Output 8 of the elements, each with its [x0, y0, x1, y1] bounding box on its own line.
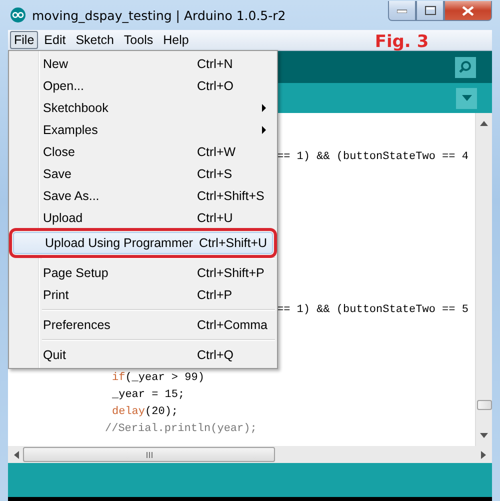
code-line: == 1) && (buttonStateTwo == 5	[277, 303, 468, 318]
window-title: moving_dspay_testing | Arduino 1.0.5-r2	[32, 8, 287, 22]
code-line: == 1) && (buttonStateTwo == 4	[277, 150, 468, 165]
code-line: delay(20);	[112, 405, 178, 420]
figure-annotation: Fig. 3	[374, 32, 429, 52]
code-line: _year = 15;	[112, 388, 185, 403]
code-line: //Serial.println(year);	[105, 422, 257, 437]
code-line: if(_year > 99)	[112, 371, 204, 386]
